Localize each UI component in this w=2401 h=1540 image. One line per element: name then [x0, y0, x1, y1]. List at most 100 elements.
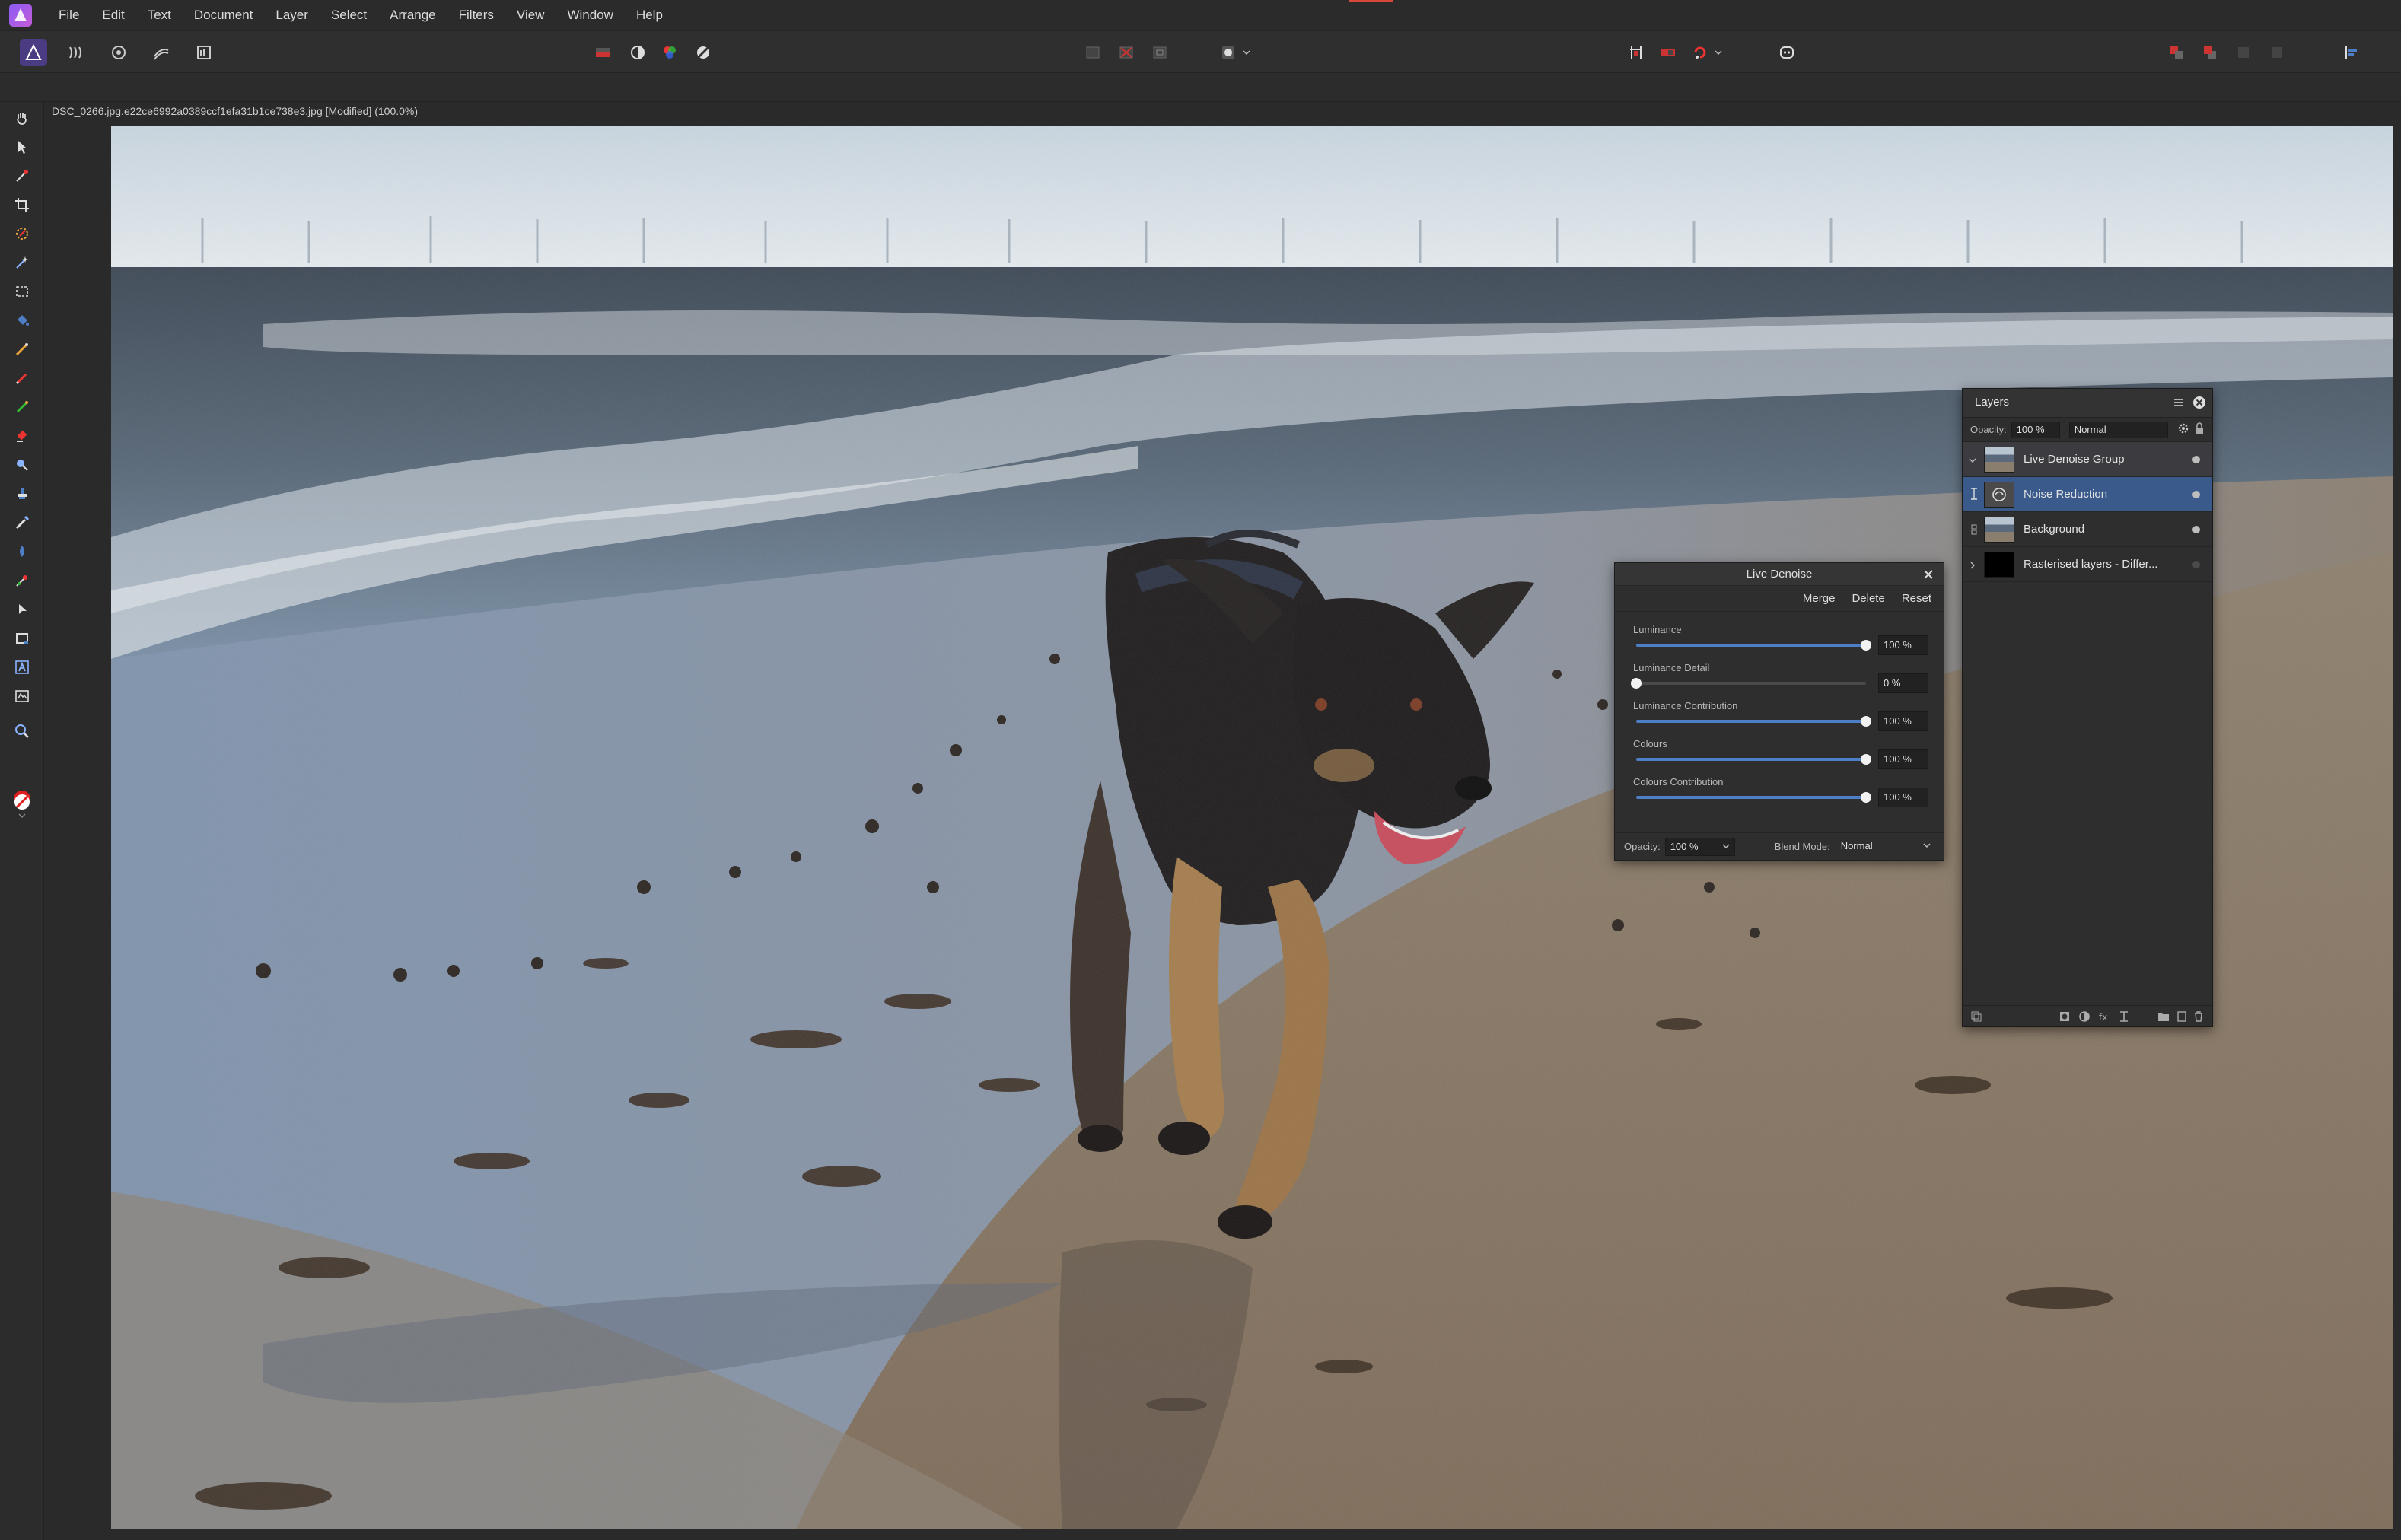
crop-tool-icon[interactable]	[11, 193, 33, 216]
assistant-manager-icon[interactable]	[1773, 39, 1801, 66]
add-adjustment-icon[interactable]	[2078, 1010, 2091, 1026]
visibility-toggle[interactable]	[2192, 456, 2200, 463]
add-mask-icon[interactable]	[2059, 1010, 2071, 1026]
smudge-brush-tool-icon[interactable]	[11, 540, 33, 563]
colour-swatch-icon[interactable]	[11, 788, 33, 819]
luminance-contribution-slider-handle[interactable]	[1861, 716, 1871, 727]
menu-edit[interactable]: Edit	[91, 0, 135, 30]
layer-blend-mode-dropdown[interactable]: Normal	[2068, 421, 2168, 438]
colour-picker-tool-icon[interactable]	[11, 164, 33, 187]
chevron-right-icon[interactable]	[1969, 559, 1976, 572]
auto-contrast-icon[interactable]	[624, 39, 651, 66]
add-live-filter-icon[interactable]: fx	[2098, 1010, 2110, 1026]
tone-mapping-persona-icon[interactable]	[148, 39, 175, 66]
layer-opacity-dropdown[interactable]: 100 %	[2011, 421, 2060, 438]
luminance-value-field[interactable]: 100 %	[1878, 635, 1928, 655]
document-tab-title[interactable]: DSC_0266.jpg.e22ce6992a0389ccf1efa31b1ce…	[52, 105, 418, 117]
chevron-down-icon[interactable]	[1969, 454, 1976, 467]
live-denoise-header[interactable]: Live Denoise	[1615, 563, 1944, 586]
artistic-text-tool-icon[interactable]	[11, 656, 33, 679]
delete-layer-trash-icon[interactable]	[2192, 1010, 2205, 1026]
erase-brush-tool-icon[interactable]	[11, 425, 33, 447]
blend-mode-dropdown[interactable]: Normal	[1836, 838, 1935, 856]
colours-contribution-slider-handle[interactable]	[1861, 792, 1871, 803]
add-layer-icon[interactable]	[2176, 1010, 2188, 1026]
liquify-persona-icon[interactable]	[62, 39, 90, 66]
delete-button[interactable]: Delete	[1852, 592, 1884, 605]
align-icon[interactable]	[2338, 39, 2365, 66]
quick-mask-icon[interactable]	[1215, 39, 1242, 66]
auto-colours-icon[interactable]	[656, 39, 683, 66]
menu-layer[interactable]: Layer	[264, 0, 320, 30]
zoom-tool-icon[interactable]	[11, 720, 33, 743]
export-persona-icon[interactable]	[190, 39, 218, 66]
menu-window[interactable]: Window	[556, 0, 624, 30]
menu-view[interactable]: View	[505, 0, 556, 30]
move-tool-icon[interactable]	[11, 135, 33, 158]
close-icon[interactable]	[2192, 396, 2206, 413]
selection-mode-new-icon[interactable]	[1079, 39, 1107, 66]
quick-mask-chevron-down-icon[interactable]	[1240, 39, 1253, 66]
layer-settings-icon[interactable]	[1970, 1010, 1982, 1026]
assistant-chevron-down-icon[interactable]	[1712, 39, 1724, 66]
view-tool-hand-icon[interactable]	[11, 107, 33, 129]
visibility-toggle[interactable]	[2192, 491, 2200, 498]
layer-row[interactable]: Rasterised layers - Differ...	[1963, 547, 2212, 582]
menu-arrange[interactable]: Arrange	[378, 0, 447, 30]
flood-select-tool-icon[interactable]	[11, 251, 33, 274]
gear-icon[interactable]	[2177, 422, 2189, 437]
arrange-backward-icon[interactable]	[2263, 39, 2291, 66]
clone-brush-tool-icon[interactable]	[11, 482, 33, 505]
close-icon[interactable]	[1921, 567, 1936, 582]
luminance-slider-handle[interactable]	[1861, 640, 1871, 651]
snapping-icon[interactable]	[1622, 39, 1650, 66]
menu-document[interactable]: Document	[183, 0, 264, 30]
reset-button[interactable]: Reset	[1902, 592, 1931, 605]
lock-icon[interactable]	[2194, 422, 2205, 437]
luminance-contribution-value-field[interactable]: 100 %	[1878, 711, 1928, 731]
frame-text-tool-icon[interactable]	[11, 685, 33, 708]
auto-white-balance-icon[interactable]	[689, 39, 717, 66]
selection-mode-subtract-icon[interactable]	[1113, 39, 1140, 66]
affinity-photo-logo-icon[interactable]	[9, 4, 32, 27]
menu-text[interactable]: Text	[136, 0, 183, 30]
force-pixel-alignment-icon[interactable]	[1654, 39, 1682, 66]
menu-help[interactable]: Help	[625, 0, 674, 30]
menu-filters[interactable]: Filters	[447, 0, 505, 30]
add-group-folder-icon[interactable]	[2157, 1010, 2170, 1026]
colours-contribution-slider[interactable]	[1636, 792, 1871, 803]
dodge-brush-tool-icon[interactable]	[11, 453, 33, 476]
visibility-toggle[interactable]	[2192, 526, 2200, 533]
colour-replacement-brush-icon[interactable]	[11, 396, 33, 418]
pen-tool-icon[interactable]	[11, 598, 33, 621]
luminance-slider[interactable]	[1636, 640, 1871, 651]
rectangle-tool-icon[interactable]	[11, 627, 33, 650]
menu-select[interactable]: Select	[320, 0, 378, 30]
paint-brush-tool-icon[interactable]	[11, 367, 33, 390]
marquee-tool-icon[interactable]	[11, 280, 33, 303]
flood-fill-tool-icon[interactable]	[11, 309, 33, 332]
colours-slider[interactable]	[1636, 754, 1871, 765]
photo-persona-icon[interactable]	[20, 39, 47, 66]
luminance-detail-slider[interactable]	[1631, 678, 1866, 689]
menu-file[interactable]: File	[47, 0, 91, 30]
assistant-icon[interactable]	[1686, 39, 1714, 66]
layer-row[interactable]: Noise Reduction	[1963, 477, 2212, 512]
luminance-contribution-slider[interactable]	[1636, 716, 1871, 727]
panel-menu-icon[interactable]	[2173, 396, 2185, 412]
colours-contribution-value-field[interactable]: 100 %	[1878, 788, 1928, 807]
luminance-detail-value-field[interactable]: 0 %	[1878, 673, 1928, 693]
visibility-toggle[interactable]	[2192, 561, 2200, 568]
luminance-detail-slider-handle[interactable]	[1631, 678, 1642, 689]
colours-value-field[interactable]: 100 %	[1878, 749, 1928, 769]
auto-levels-icon[interactable]	[589, 39, 616, 66]
arrange-front-icon[interactable]	[2196, 39, 2224, 66]
layer-row[interactable]: Background	[1963, 512, 2212, 547]
add-pixel-layer-icon[interactable]	[2118, 1010, 2130, 1026]
tab-layers[interactable]: Layers	[1975, 396, 2009, 409]
blemish-removal-tool-icon[interactable]	[11, 511, 33, 534]
selection-mode-intersect-icon[interactable]	[1146, 39, 1173, 66]
develop-persona-icon[interactable]	[105, 39, 132, 66]
merge-button[interactable]: Merge	[1803, 592, 1836, 605]
selection-brush-tool-icon[interactable]	[11, 222, 33, 245]
